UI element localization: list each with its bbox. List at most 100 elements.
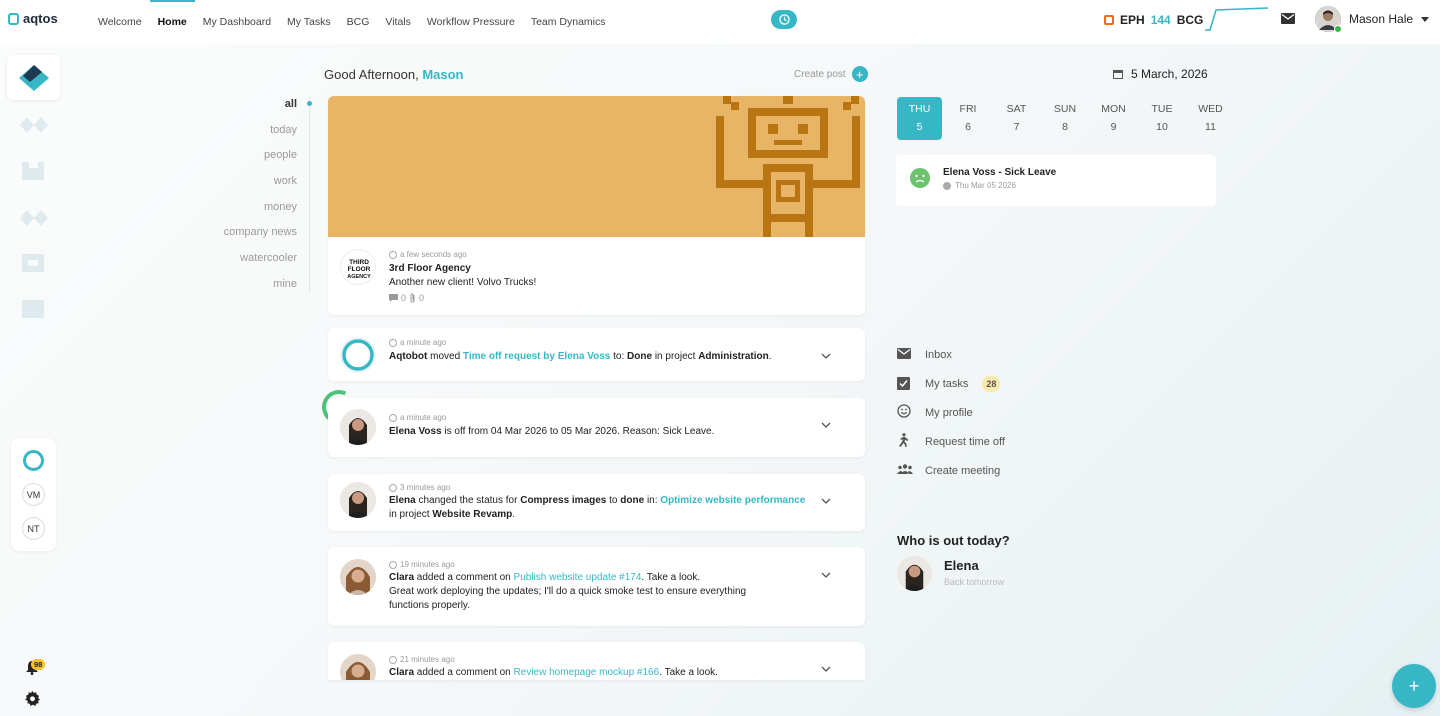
event-date: Thu Mar 05 2026 [943,181,1016,190]
quick-link-my-tasks[interactable]: My tasks 28 [897,370,1005,399]
chevron-down-icon[interactable] [821,496,831,506]
rail-tasks-icon[interactable] [20,160,48,182]
eph-value: 144 [1150,13,1171,27]
actor-name[interactable]: Elena Voss [389,426,442,437]
out-today-status: Back tomorrow [944,577,1005,587]
nav-vitals[interactable]: Vitals [377,0,419,44]
out-today-name[interactable]: Elena [944,558,979,573]
feed-item-time-text: a minute ago [400,413,447,422]
nav-my-tasks[interactable]: My Tasks [279,0,339,44]
greeting-prefix: Good Afternoon, [324,67,419,82]
task-name[interactable]: Compress images [520,495,606,506]
gear-icon[interactable] [25,691,40,706]
task-link[interactable]: Publish website update #174 [514,572,642,583]
rail-dashboard-icon[interactable] [20,114,48,136]
eph-indicator[interactable]: EPH 144 BCG [1104,13,1203,27]
feed-item[interactable]: 3 minutes ago Elena changed the status f… [328,474,865,531]
chevron-down-icon[interactable] [821,420,831,430]
feed-item[interactable]: a minute ago Elena Voss is off from 04 M… [328,398,865,457]
mail-icon[interactable] [1281,13,1295,24]
paperclip-icon[interactable] [409,293,416,303]
rail-user-vm[interactable]: VM [22,483,45,506]
rail-vitals-icon[interactable] [20,252,48,274]
quick-link-label: My profile [925,406,973,419]
day-name: THU [908,103,931,115]
filter-watercooler[interactable]: watercooler [200,251,309,277]
elena-avatar [340,482,376,518]
clock-icon [389,413,397,422]
nav-welcome[interactable]: Welcome [90,0,150,44]
nav-links: Welcome Home My Dashboard My Tasks BCG V… [90,0,614,44]
svg-text:THIRD: THIRD [349,259,369,266]
feed-post-card[interactable]: THIRD FLOOR AGENCY a few seconds ago 3rd F… [328,96,865,315]
task-link[interactable]: Time off request by Elena Voss [463,351,610,362]
actor-name[interactable]: Clara [389,572,414,583]
filter-company-news[interactable]: company news [200,225,309,251]
post-body: a few seconds ago 3rd Floor Agency Anoth… [389,250,536,303]
nav-home[interactable]: Home [149,0,195,44]
eph-sparkline [1205,7,1269,31]
feed-item-body: 21 minutes ago Clara added a comment on … [389,655,718,680]
diamond-logo-icon [18,64,49,91]
day-tue[interactable]: TUE 10 [1140,97,1185,140]
feed-item[interactable]: 19 minutes ago Clara added a comment on … [328,547,865,626]
chevron-down-icon[interactable] [821,351,831,361]
quick-link-request-time-off[interactable]: Request time off [897,427,1005,456]
day-fri[interactable]: FRI 6 [946,97,991,140]
day-thu[interactable]: THU 5 [897,97,942,140]
day-sat[interactable]: SAT 7 [994,97,1039,140]
feed-item[interactable]: a minute ago Aqtobot moved Time off requ… [328,328,865,381]
rail-user-nt[interactable]: NT [22,517,45,540]
create-post-button[interactable]: Create post + [794,66,868,82]
filter-mine[interactable]: mine [200,277,309,303]
comment-icon[interactable] [389,294,398,302]
filter-money[interactable]: money [200,200,309,226]
aqtobot-ring-icon[interactable] [23,450,44,471]
quick-link-label: Create meeting [925,464,1001,477]
post-author[interactable]: 3rd Floor Agency [389,262,536,276]
task-link[interactable]: Review homepage mockup #166 [514,667,660,678]
message: is off from 04 Mar 2026 to 05 Mar 2026. … [444,426,715,437]
project-name[interactable]: Website Revamp [432,509,512,520]
app-logo[interactable]: aqtos [8,11,58,26]
nav-team-dynamics[interactable]: Team Dynamics [523,0,614,44]
day-wed[interactable]: WED 11 [1188,97,1233,140]
project-link[interactable]: Optimize website performance [660,495,805,506]
quick-link-my-profile[interactable]: My profile [897,399,1005,428]
day-mon[interactable]: MON 9 [1091,97,1136,140]
person-photo-icon [340,654,376,680]
day-number: 5 [916,121,923,133]
day-sun[interactable]: SUN 8 [1043,97,1088,140]
status: Done [627,351,653,362]
time-tracker-button[interactable] [771,10,797,29]
calendar-event-card[interactable]: Elena Voss - Sick Leave Thu Mar 05 2026 [896,155,1216,206]
feed-item[interactable]: 21 minutes ago Clara added a comment on … [328,642,865,680]
filter-people[interactable]: people [200,148,309,174]
chevron-down-icon[interactable] [821,664,831,674]
actor-name[interactable]: Elena [389,495,416,506]
filter-work[interactable]: work [200,174,309,200]
user-name: Mason Hale [1349,12,1414,26]
quick-link-label: Inbox [925,349,952,362]
feed-item-text: Elena Voss is off from 04 Mar 2026 to 05… [389,425,714,439]
add-fab-button[interactable]: + [1392,664,1436,708]
nav-bcg[interactable]: BCG [339,0,378,44]
actor-name[interactable]: Aqtobot [389,351,427,362]
filter-today[interactable]: today [200,123,309,149]
filter-all[interactable]: all [200,97,309,123]
rail-bcg-icon[interactable] [20,207,48,229]
end: . [512,509,515,520]
nav-my-dashboard[interactable]: My Dashboard [195,0,279,44]
project-name[interactable]: Administration [698,351,769,362]
nav-workflow-pressure[interactable]: Workflow Pressure [419,0,523,44]
out-today-avatar[interactable] [897,556,932,591]
rail-home-logo[interactable] [7,55,60,100]
actor-name[interactable]: Clara [389,667,414,678]
rail-workflow-icon[interactable] [20,298,48,320]
chevron-down-icon[interactable] [821,570,831,580]
post-time: a few seconds ago [389,250,536,259]
user-menu[interactable]: Mason Hale [1315,6,1430,33]
mail-icon [897,348,911,360]
quick-link-inbox[interactable]: Inbox [897,341,1005,370]
quick-link-create-meeting[interactable]: Create meeting [897,456,1005,485]
